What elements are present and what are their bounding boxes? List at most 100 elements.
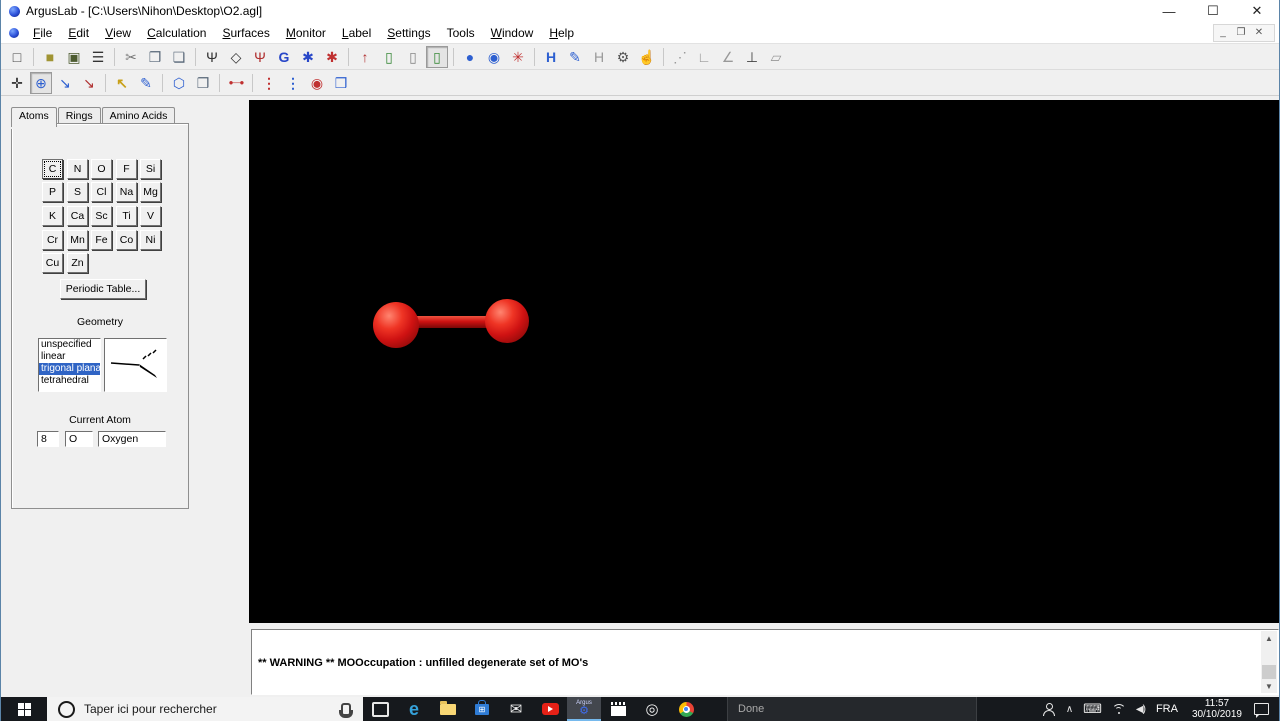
touch-keyboard-icon[interactable]: ⌨ (1078, 701, 1107, 717)
mail-button[interactable]: ✉ (499, 697, 533, 721)
menu-file[interactable]: File (25, 22, 60, 44)
element-button-co[interactable]: Co (116, 230, 137, 250)
element-button-c[interactable]: C (42, 159, 63, 179)
close-button[interactable]: ✕ (1235, 0, 1279, 22)
start-button[interactable] (1, 697, 47, 721)
measure-distance-icon[interactable]: ⋰ (669, 46, 691, 68)
element-button-n[interactable]: N (67, 159, 88, 179)
element-button-f[interactable]: F (116, 159, 137, 179)
tray-overflow-button[interactable]: ∧ (1061, 704, 1078, 715)
menu-help[interactable]: Help (541, 22, 582, 44)
scroll-down-icon[interactable]: ▼ (1261, 679, 1277, 693)
background-window-button[interactable]: Done (727, 697, 977, 721)
render-sphere-icon[interactable]: ◉ (306, 72, 328, 94)
duplicate-icon[interactable]: ❐ (192, 72, 214, 94)
render-box-icon[interactable]: ❒ (330, 72, 352, 94)
sphere-display-icon[interactable]: ● (459, 46, 481, 68)
minimize-button[interactable]: — (1147, 0, 1191, 22)
rotate-tool-icon[interactable]: ⊕ (30, 71, 52, 94)
output-log[interactable]: ** WARNING ** MOOccupation : unfilled de… (251, 629, 1279, 708)
element-button-ni[interactable]: Ni (140, 230, 161, 250)
element-button-s[interactable]: S (67, 182, 88, 202)
file-explorer-button[interactable] (431, 697, 465, 721)
chrome-button[interactable] (669, 697, 703, 721)
menu-label[interactable]: Label (334, 22, 379, 44)
element-button-na[interactable]: Na (116, 182, 137, 202)
people-button[interactable] (1037, 702, 1061, 716)
grab-tool-icon[interactable]: ☝ (636, 46, 658, 68)
adjust-tool-icon[interactable]: ⚙ (612, 46, 634, 68)
energy-meter-icon[interactable]: ▯ (378, 46, 400, 68)
optimize-torch-icon[interactable]: ↑ (354, 46, 376, 68)
element-name-field[interactable]: Oxygen (98, 431, 166, 447)
menu-view[interactable]: View (97, 22, 139, 44)
microphone-icon[interactable] (339, 702, 353, 718)
output-list-icon[interactable]: ☰ (87, 46, 109, 68)
task-view-button[interactable] (363, 697, 397, 721)
delete-molecule-icon[interactable]: ✳ (507, 46, 529, 68)
bond-tool-icon[interactable]: ●—● (225, 72, 247, 94)
mdi-close-button[interactable]: ✕ (1250, 27, 1268, 38)
element-button-v[interactable]: V (140, 206, 161, 226)
taskbar-search[interactable]: Taper ici pour rechercher (47, 697, 363, 721)
taskbar-clock[interactable]: 11:57 30/10/2019 (1184, 698, 1250, 720)
oxygen-atom-right[interactable] (485, 299, 529, 343)
tab-rings[interactable]: Rings (57, 107, 101, 124)
select-tool-icon[interactable]: ↖ (111, 72, 133, 94)
element-button-mg[interactable]: Mg (140, 182, 161, 202)
symmetry-icon[interactable]: ◇ (225, 46, 247, 68)
atomic-number-field[interactable]: 8 (37, 431, 59, 447)
scale-z-tool-icon[interactable]: ↘ (54, 72, 76, 94)
gaussian-icon[interactable]: G (273, 46, 295, 68)
measure-angle-icon[interactable]: ∠ (717, 46, 739, 68)
add-hydrogens-icon[interactable]: H (540, 46, 562, 68)
translate-tool-icon[interactable]: ✛ (6, 72, 28, 94)
save-file-icon[interactable]: ▣ (63, 46, 85, 68)
menu-monitor[interactable]: Monitor (278, 22, 334, 44)
element-button-cl[interactable]: Cl (91, 182, 112, 202)
oxygen-atom-left[interactable] (373, 302, 419, 348)
menu-edit[interactable]: Edit (60, 22, 97, 44)
geometry-option-unspecified[interactable]: unspecified (39, 339, 100, 351)
element-button-ti[interactable]: Ti (116, 206, 137, 226)
menu-window[interactable]: Window (483, 22, 542, 44)
plane-icon[interactable]: ▱ (765, 46, 787, 68)
copy-icon[interactable]: ❐ (144, 46, 166, 68)
element-button-cu[interactable]: Cu (42, 253, 63, 273)
menu-surfaces[interactable]: Surfaces (214, 22, 277, 44)
axes-icon[interactable]: ⊥ (741, 46, 763, 68)
log-scrollbar[interactable]: ▲ ▼ (1261, 631, 1277, 693)
molecule-builder-red-icon[interactable]: ✱ (321, 46, 343, 68)
flip-molecule-red-icon[interactable]: ⋮ (258, 72, 280, 94)
edit-labels-icon[interactable]: ✎ (564, 46, 586, 68)
element-button-k[interactable]: K (42, 206, 63, 226)
clean-geometry-icon[interactable]: Ψ (201, 46, 223, 68)
draw-atom-tool-icon[interactable]: ✎ (135, 72, 157, 94)
youtube-button[interactable] (533, 697, 567, 721)
molecule-builder-blue-icon[interactable]: ✱ (297, 46, 319, 68)
periodic-table-button[interactable]: Periodic Table... (60, 279, 146, 299)
movies-app-button[interactable] (601, 697, 635, 721)
menu-calculation[interactable]: Calculation (139, 22, 214, 44)
scroll-up-icon[interactable]: ▲ (1261, 631, 1277, 645)
element-button-cr[interactable]: Cr (42, 230, 63, 250)
element-button-mn[interactable]: Mn (67, 230, 88, 250)
molecule-viewport[interactable] (249, 100, 1279, 623)
energy-meter-icon[interactable]: ▯ (426, 45, 448, 68)
element-button-p[interactable]: P (42, 182, 63, 202)
element-button-fe[interactable]: Fe (91, 230, 112, 250)
geometry-option-trigonal-planar[interactable]: trigonal planar (39, 363, 100, 375)
flip-molecule-blue-icon[interactable]: ⋮ (282, 72, 304, 94)
element-button-sc[interactable]: Sc (91, 206, 112, 226)
cpk-display-icon[interactable]: ◉ (483, 46, 505, 68)
element-button-si[interactable]: Si (140, 159, 161, 179)
arguslab-taskbar-button[interactable]: Argus ⚙ (567, 697, 601, 721)
element-symbol-field[interactable]: O (65, 431, 93, 447)
tab-amino-acids[interactable]: Amino Acids (101, 107, 176, 124)
cut-icon[interactable]: ✂ (120, 46, 142, 68)
tab-atoms[interactable]: Atoms (11, 107, 57, 127)
maximize-button[interactable]: ☐ (1191, 0, 1235, 22)
open-file-icon[interactable]: ■ (39, 46, 61, 68)
menu-settings[interactable]: Settings (379, 22, 438, 44)
geometry-option-linear[interactable]: linear (39, 351, 100, 363)
